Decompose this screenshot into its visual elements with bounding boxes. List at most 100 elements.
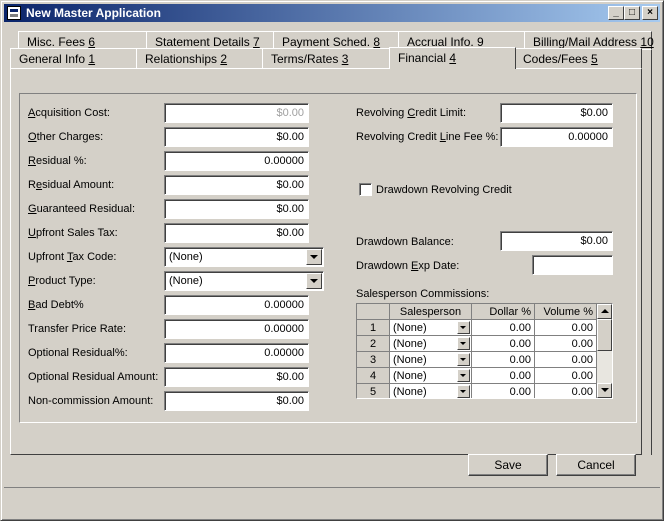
- drawdown-exp-date-field[interactable]: [532, 255, 613, 275]
- grid-cell-salesperson[interactable]: (None): [390, 320, 472, 336]
- chevron-down-icon[interactable]: [457, 337, 470, 350]
- upfront-tax-code-value: (None): [169, 251, 203, 263]
- grid-cell-volume-pct[interactable]: 0.00: [535, 368, 597, 384]
- drawdown-revolving-credit-checkbox[interactable]: [359, 183, 372, 196]
- upfront-sales-tax-field[interactable]: $0.00: [164, 223, 309, 243]
- tab-label: Misc. Fees: [27, 35, 89, 49]
- tab-label: Financial: [398, 51, 450, 65]
- tab-key: 6: [88, 35, 96, 49]
- grid-header-dollar-pct[interactable]: Dollar %: [472, 304, 535, 320]
- non-commission-amount-label: Non-commission Amount:: [28, 395, 154, 407]
- tab-general-info[interactable]: General Info 1: [10, 48, 139, 68]
- other-charges-field[interactable]: $0.00: [164, 127, 309, 147]
- tab-key: 3: [341, 52, 349, 66]
- salesperson-value: (None): [393, 322, 427, 334]
- guaranteed-residual-field[interactable]: $0.00: [164, 199, 309, 219]
- chevron-down-icon[interactable]: [457, 321, 470, 334]
- grid-row-number[interactable]: 1: [357, 320, 390, 336]
- residual-pct-field[interactable]: 0.00000: [164, 151, 309, 171]
- scroll-down-icon[interactable]: [597, 383, 612, 398]
- scroll-thumb[interactable]: [597, 319, 612, 351]
- close-button[interactable]: ×: [642, 6, 658, 20]
- salesperson-commissions-label: Salesperson Commissions:: [356, 288, 490, 300]
- revolving-line-fee-label: Revolving Credit Line Fee %:: [356, 131, 499, 143]
- minimize-button[interactable]: _: [608, 6, 624, 20]
- grid-vertical-scrollbar[interactable]: [597, 304, 612, 398]
- residual-amount-field[interactable]: $0.00: [164, 175, 309, 195]
- revolving-credit-limit-label: Revolving Credit Limit:: [356, 107, 467, 119]
- maximize-button[interactable]: □: [624, 6, 640, 20]
- bad-debt-label: Bad Debt%: [28, 299, 84, 311]
- tab-label: Statement Details: [155, 35, 254, 49]
- grid-corner: [357, 304, 390, 320]
- non-commission-amount-field[interactable]: $0.00: [164, 391, 309, 411]
- revolving-credit-limit-field[interactable]: $0.00: [500, 103, 613, 123]
- grid-cell-salesperson[interactable]: (None): [390, 352, 472, 368]
- optional-residual-pct-field[interactable]: 0.00000: [164, 343, 309, 363]
- grid-header-salesperson[interactable]: Salesperson: [390, 304, 472, 320]
- bad-debt-field[interactable]: 0.00000: [164, 295, 309, 315]
- tab-financial[interactable]: Financial 4: [389, 47, 516, 69]
- grid-cell-volume-pct[interactable]: 0.00: [535, 320, 597, 336]
- drawdown-exp-date-label: Drawdown Exp Date:: [356, 260, 460, 272]
- title-bar[interactable]: New Master Application _ □ ×: [4, 4, 660, 22]
- window-title: New Master Application: [26, 6, 161, 20]
- revolving-line-fee-field[interactable]: 0.00000: [500, 127, 613, 147]
- chevron-down-icon[interactable]: [457, 369, 470, 382]
- chevron-down-icon[interactable]: [457, 385, 470, 398]
- tab-key: 5: [591, 52, 598, 66]
- chevron-down-icon[interactable]: [306, 249, 322, 265]
- product-type-label: Product Type:: [28, 275, 96, 287]
- tab-label: Payment Sched.: [282, 35, 374, 49]
- tab-label: General Info: [19, 52, 89, 66]
- cancel-button[interactable]: Cancel: [556, 454, 636, 476]
- tab-key: 7: [253, 35, 260, 49]
- upfront-tax-code-select[interactable]: (None): [164, 247, 324, 267]
- grid-cell-dollar-pct[interactable]: 0.00: [472, 384, 535, 398]
- drawdown-revolving-credit-label[interactable]: Drawdown Revolving Credit: [376, 184, 512, 196]
- maximize-icon: □: [628, 7, 636, 18]
- upfront-tax-code-label: Upfront Tax Code:: [28, 251, 117, 263]
- product-type-select[interactable]: (None): [164, 271, 324, 291]
- grid-row-number[interactable]: 3: [357, 352, 390, 368]
- residual-pct-label: Residual %:: [28, 155, 87, 167]
- grid-cell-volume-pct[interactable]: 0.00: [535, 352, 597, 368]
- grid-cell-dollar-pct[interactable]: 0.00: [472, 336, 535, 352]
- grid-cell-volume-pct[interactable]: 0.00: [535, 384, 597, 398]
- grid-row-number[interactable]: 5: [357, 384, 390, 398]
- tab-stack-edge: [642, 49, 652, 455]
- save-button[interactable]: Save: [468, 454, 548, 476]
- salesperson-commissions-grid[interactable]: Salesperson Dollar % Volume % 1 (None) 0…: [356, 303, 613, 399]
- scroll-up-icon[interactable]: [597, 304, 612, 319]
- tab-terms-rates[interactable]: Terms/Rates 3: [262, 48, 391, 68]
- transfer-price-rate-label: Transfer Price Rate:: [28, 323, 127, 335]
- grid-row-number[interactable]: 2: [357, 336, 390, 352]
- tab-key: 10: [640, 35, 654, 49]
- grid-cell-dollar-pct[interactable]: 0.00: [472, 320, 535, 336]
- app-window-icon: [7, 6, 21, 20]
- acquisition-cost-field[interactable]: $0.00: [164, 103, 309, 123]
- chevron-down-icon[interactable]: [306, 273, 322, 289]
- grid-cell-dollar-pct[interactable]: 0.00: [472, 368, 535, 384]
- salesperson-value: (None): [393, 354, 427, 366]
- tab-label: Terms/Rates: [271, 52, 342, 66]
- grid-row-number[interactable]: 4: [357, 368, 390, 384]
- grid-cell-volume-pct[interactable]: 0.00: [535, 336, 597, 352]
- grid-cell-salesperson[interactable]: (None): [390, 368, 472, 384]
- transfer-price-rate-field[interactable]: 0.00000: [164, 319, 309, 339]
- optional-residual-amount-field[interactable]: $0.00: [164, 367, 309, 387]
- tab-key: 1: [88, 52, 96, 66]
- chevron-down-icon[interactable]: [457, 353, 470, 366]
- close-icon: ×: [647, 7, 653, 18]
- grid-cell-salesperson[interactable]: (None): [390, 336, 472, 352]
- tab-key: 4: [449, 51, 457, 65]
- product-type-value: (None): [169, 275, 203, 287]
- optional-residual-amount-label: Optional Residual Amount:: [28, 371, 159, 383]
- tab-relationships[interactable]: Relationships 2: [136, 48, 264, 68]
- tab-key: 2: [220, 52, 228, 66]
- drawdown-balance-field[interactable]: $0.00: [500, 231, 613, 251]
- grid-header-volume-pct[interactable]: Volume %: [535, 304, 597, 320]
- grid-cell-dollar-pct[interactable]: 0.00: [472, 352, 535, 368]
- tab-codes-fees[interactable]: Codes/Fees 5: [514, 48, 642, 68]
- grid-cell-salesperson[interactable]: (None): [390, 384, 472, 398]
